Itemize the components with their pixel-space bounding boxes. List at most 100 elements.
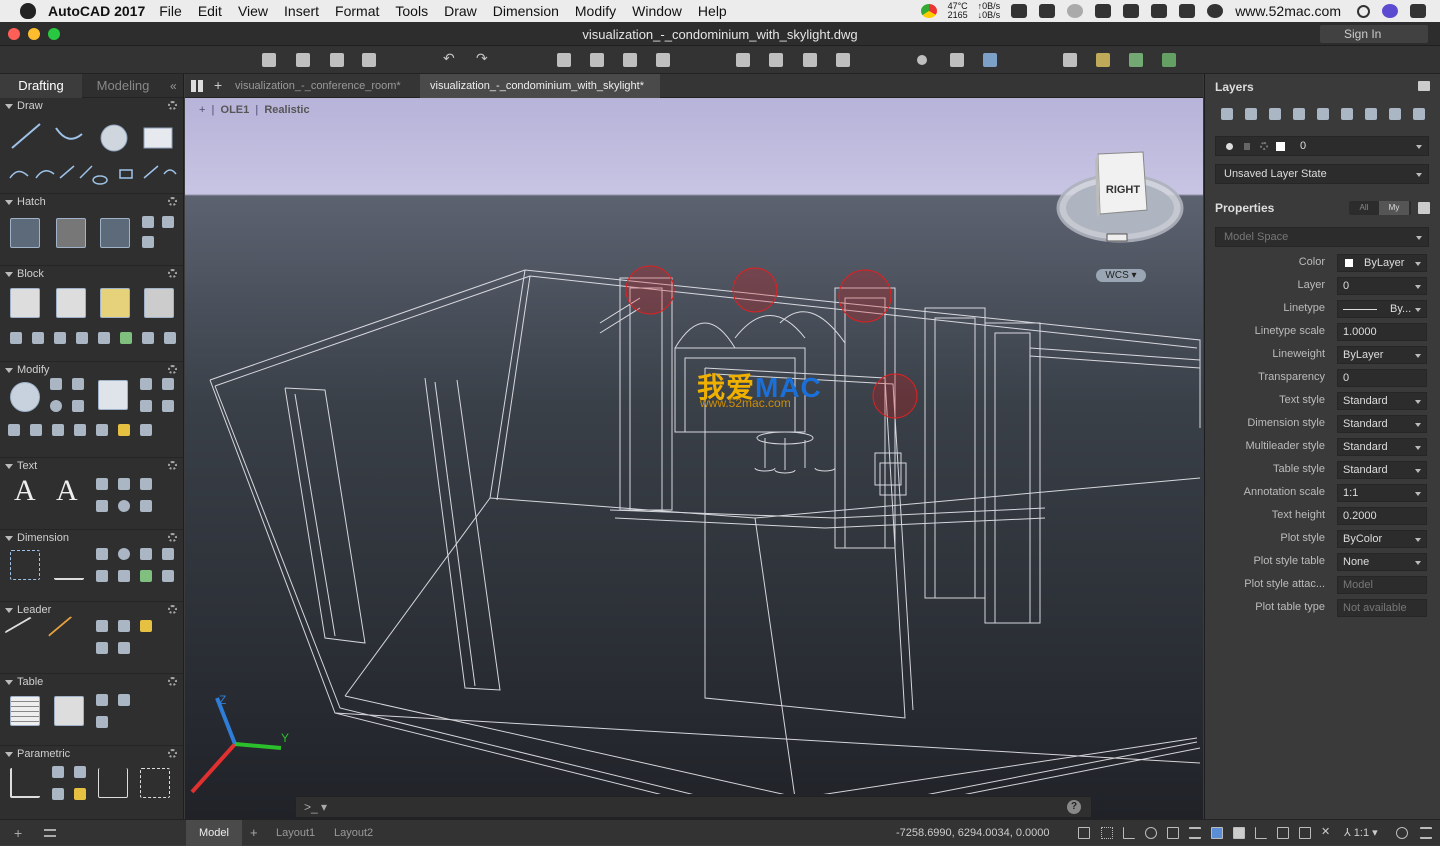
help-icon[interactable]: ? (1067, 800, 1081, 814)
section-draw-header[interactable]: Draw (0, 98, 183, 114)
table-icon[interactable] (10, 696, 40, 726)
property-value[interactable]: Standard (1337, 415, 1427, 433)
tab-modeling[interactable]: Modeling (82, 74, 164, 98)
select-filter-icon[interactable] (1277, 827, 1289, 839)
section-text-header[interactable]: Text (0, 458, 183, 474)
spell-check-icon[interactable] (118, 478, 130, 490)
osnap-toggle-icon[interactable] (1167, 827, 1179, 839)
siri-icon[interactable] (1382, 4, 1398, 18)
block-tool-5-icon[interactable] (98, 332, 110, 344)
save-icon[interactable] (330, 53, 344, 67)
export-icon[interactable] (769, 53, 783, 67)
property-value[interactable]: ByColor (1337, 530, 1427, 548)
block-tool-6-icon[interactable] (120, 332, 132, 344)
property-value[interactable]: None (1337, 553, 1427, 571)
hatch-settings-gear-icon[interactable] (168, 197, 177, 206)
param-tool-1-icon[interactable] (52, 766, 64, 778)
block-tool-7-icon[interactable] (142, 332, 154, 344)
section-dimension-header[interactable]: Dimension (0, 530, 183, 546)
file-tab-condominium[interactable]: visualization_-_condominium_with_skyligh… (420, 74, 660, 98)
file-tab-conference-room[interactable]: visualization_-_conference_room* (225, 74, 420, 98)
grid-view-icon[interactable] (191, 80, 203, 92)
dim-tool-5-icon[interactable] (96, 570, 108, 582)
menu-file[interactable]: File (159, 3, 182, 19)
sign-in-button[interactable]: Sign In (1320, 25, 1428, 43)
create-block-icon[interactable] (56, 288, 86, 318)
table-tool-3-icon[interactable] (96, 716, 108, 728)
selection-cycling-icon[interactable] (1233, 827, 1245, 839)
modify-tool-3-icon[interactable] (52, 424, 64, 436)
leader-tool-4-icon[interactable] (96, 642, 108, 654)
notification-center-icon[interactable] (1410, 4, 1426, 18)
text-settings-gear-icon[interactable] (168, 461, 177, 470)
block-settings-gear-icon[interactable] (168, 269, 177, 278)
single-line-text-icon[interactable]: A (56, 474, 78, 508)
clock-icon[interactable] (1207, 4, 1224, 18)
color-wheel-icon[interactable] (920, 4, 937, 18)
layer-tool-3-icon[interactable] (1269, 108, 1281, 120)
block-tool-3-icon[interactable] (54, 332, 66, 344)
polar-toggle-icon[interactable] (1145, 827, 1157, 839)
circle-tool-icon[interactable] (100, 124, 128, 152)
undo-icon[interactable]: ↶ (443, 50, 457, 66)
light-sphere[interactable] (872, 373, 918, 419)
block-tool-1-icon[interactable] (10, 332, 22, 344)
drawing-viewport[interactable]: + visualization_-_conference_room* visua… (185, 74, 1203, 819)
section-table-header[interactable]: Table (0, 674, 183, 690)
rectangle-tool-icon[interactable] (143, 127, 173, 149)
line-tool-icon[interactable] (11, 123, 41, 149)
modify-tool-2-icon[interactable] (30, 424, 42, 436)
menu-format[interactable]: Format (335, 3, 379, 19)
move-icon[interactable] (10, 382, 40, 412)
parametric-settings-gear-icon[interactable] (168, 749, 177, 758)
tab-layout1[interactable]: Layout1 (276, 820, 315, 846)
menu-dimension[interactable]: Dimension (493, 3, 559, 19)
apple-icon[interactable] (20, 3, 36, 19)
layer-lock-icon[interactable] (1244, 143, 1250, 150)
table-tool-2-icon[interactable] (118, 694, 130, 706)
text-edit-icon[interactable] (96, 500, 108, 512)
layer-tool-5-icon[interactable] (1317, 108, 1329, 120)
linear-dimension-icon[interactable] (54, 550, 84, 580)
transparency-toggle-icon[interactable] (1211, 827, 1223, 839)
insert-block-icon[interactable] (10, 288, 40, 318)
snap-toggle-icon[interactable] (1101, 827, 1113, 839)
property-value[interactable]: 1:1 (1337, 484, 1427, 502)
region-icon[interactable] (142, 216, 154, 228)
new-tab-icon[interactable]: + (214, 77, 222, 93)
leader-tool-3-icon[interactable] (140, 620, 152, 632)
navcube-face-label[interactable]: RIGHT (1103, 184, 1143, 196)
find-text-icon[interactable] (118, 500, 130, 512)
tab-model[interactable]: Model (186, 820, 242, 846)
customize-statusbar-icon[interactable] (1420, 827, 1432, 839)
plot-icon[interactable] (557, 53, 571, 67)
collapse-palette-icon[interactable]: « (170, 79, 177, 93)
layer-dropdown[interactable]: 0 (1215, 136, 1429, 156)
param-tool-3-icon[interactable] (52, 788, 64, 800)
ortho-toggle-icon[interactable] (1123, 827, 1135, 839)
revcloud-icon[interactable] (142, 236, 154, 248)
publish-icon[interactable] (656, 53, 670, 67)
leader-tool-1-icon[interactable] (96, 620, 108, 632)
dimension-icon[interactable] (10, 550, 40, 580)
mirror-icon[interactable] (50, 378, 62, 390)
property-value[interactable]: Standard (1337, 438, 1427, 456)
layer-color-swatch[interactable] (1276, 142, 1285, 151)
wipeout-icon[interactable] (162, 216, 174, 228)
battery-icon[interactable] (1151, 4, 1168, 18)
lineweight-toggle-icon[interactable] (1189, 827, 1201, 839)
modify-tool-6-icon[interactable] (118, 424, 130, 436)
layer-tool-4-icon[interactable] (1293, 108, 1305, 120)
gizmo-icon[interactable] (1299, 827, 1311, 839)
param-tool-2-icon[interactable] (74, 766, 86, 778)
dimensional-constraint-icon[interactable] (98, 768, 128, 798)
property-value[interactable]: Standard (1337, 461, 1427, 479)
airplane-icon[interactable] (1011, 4, 1028, 18)
annotation-scale[interactable]: ⅄ 1:1 ▾ (1344, 820, 1378, 846)
new-layout-icon[interactable]: + (250, 825, 258, 840)
navcube-face[interactable] (1097, 151, 1148, 215)
property-value[interactable]: ByLayer (1337, 346, 1427, 364)
dim-tool-1-icon[interactable] (96, 548, 108, 560)
scale-icon[interactable] (72, 400, 84, 412)
property-value[interactable]: Standard (1337, 392, 1427, 410)
